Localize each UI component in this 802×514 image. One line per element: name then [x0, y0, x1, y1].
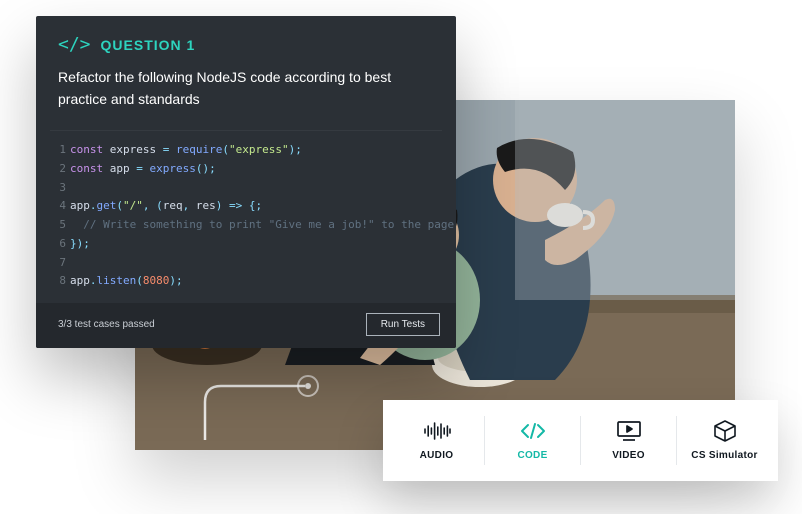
code-token: app [70, 272, 90, 291]
code-token: "express" [229, 141, 289, 160]
code-token [103, 160, 110, 179]
code-token [103, 141, 110, 160]
toolbar-item-audio[interactable]: AUDIO [389, 416, 484, 465]
code-token: ( [136, 272, 143, 291]
code-token: "/" [123, 197, 143, 216]
code-line: 2const app = express(); [54, 160, 438, 179]
video-icon [616, 420, 642, 442]
code-token: require [176, 141, 222, 160]
code-icon [519, 420, 547, 442]
code-card-footer: 3/3 test cases passed Run Tests [36, 303, 456, 348]
code-token: ) [289, 141, 296, 160]
code-token: ) [77, 235, 84, 254]
toolbar-item-label: CODE [517, 450, 547, 461]
code-token [70, 216, 83, 235]
code-token [150, 197, 157, 216]
code-token: , [183, 197, 190, 216]
code-token: ; [295, 141, 302, 160]
code-token: ( [222, 141, 229, 160]
code-token: , [143, 197, 150, 216]
code-token: ; [176, 272, 183, 291]
code-token: ; [209, 160, 216, 179]
code-token [189, 197, 196, 216]
run-tests-button[interactable]: Run Tests [366, 313, 440, 336]
code-token: . [90, 272, 97, 291]
line-number: 1 [54, 141, 66, 160]
code-token: . [90, 197, 97, 216]
code-token: ( [156, 197, 163, 216]
code-token [169, 141, 176, 160]
code-token: express [110, 141, 156, 160]
code-token: = [163, 141, 170, 160]
toolbar-item-label: AUDIO [420, 450, 454, 461]
line-number: 6 [54, 235, 66, 254]
question-title-row: </> QUESTION 1 [58, 34, 434, 55]
code-token [242, 197, 249, 216]
line-number: 8 [54, 272, 66, 291]
code-token [156, 141, 163, 160]
code-token: => [229, 197, 242, 216]
code-question-card: </> QUESTION 1 Refactor the following No… [36, 16, 456, 348]
code-token: = [136, 160, 143, 179]
code-token: // Write something to print "Give me a j… [83, 216, 454, 235]
code-token: listen [97, 272, 137, 291]
code-line: 5 // Write something to print "Give me a… [54, 216, 438, 235]
line-number: 3 [54, 179, 66, 198]
code-line: 6}); [54, 235, 438, 254]
cube-icon [713, 420, 737, 442]
line-number: 4 [54, 197, 66, 216]
code-line: 4app.get("/", (req, res) => {; [54, 197, 438, 216]
toolbar-item-label: CS Simulator [691, 450, 757, 461]
test-status: 3/3 test cases passed [58, 319, 155, 330]
code-card-header: </> QUESTION 1 Refactor the following No… [36, 16, 456, 124]
code-token [143, 160, 150, 179]
line-number: 2 [54, 160, 66, 179]
code-token: get [97, 197, 117, 216]
code-token: express [150, 160, 196, 179]
code-token: 8080 [143, 272, 170, 291]
code-token: ( [116, 197, 123, 216]
code-token: app [70, 197, 90, 216]
code-line: 3 [54, 179, 438, 198]
code-token: res [196, 197, 216, 216]
media-toolbar: AUDIO CODE VIDEO CS Simulator [383, 400, 778, 481]
code-token: ) [169, 272, 176, 291]
code-token: ; [256, 197, 263, 216]
toolbar-item-label: VIDEO [612, 450, 645, 461]
code-token: const [70, 141, 103, 160]
code-token: { [249, 197, 256, 216]
code-editor[interactable]: 1const express = require("express");2con… [50, 130, 442, 303]
question-label: QUESTION 1 [101, 37, 196, 53]
line-number: 5 [54, 216, 66, 235]
code-token: ; [83, 235, 90, 254]
code-token: } [70, 235, 77, 254]
code-line: 7 [54, 254, 438, 273]
code-token: ) [216, 197, 223, 216]
toolbar-item-video[interactable]: VIDEO [580, 416, 676, 465]
code-brackets-icon: </> [58, 34, 91, 55]
question-prompt: Refactor the following NodeJS code accor… [58, 67, 434, 110]
toolbar-item-cs-simulator[interactable]: CS Simulator [676, 416, 772, 465]
toolbar-item-code[interactable]: CODE [484, 416, 580, 465]
code-token: () [196, 160, 209, 179]
line-number: 7 [54, 254, 66, 273]
code-token [222, 197, 229, 216]
code-line: 8app.listen(8080); [54, 272, 438, 291]
code-token: req [163, 197, 183, 216]
code-token: const [70, 160, 103, 179]
code-token [130, 160, 137, 179]
audio-icon [423, 420, 451, 442]
code-token: app [110, 160, 130, 179]
code-line: 1const express = require("express"); [54, 141, 438, 160]
